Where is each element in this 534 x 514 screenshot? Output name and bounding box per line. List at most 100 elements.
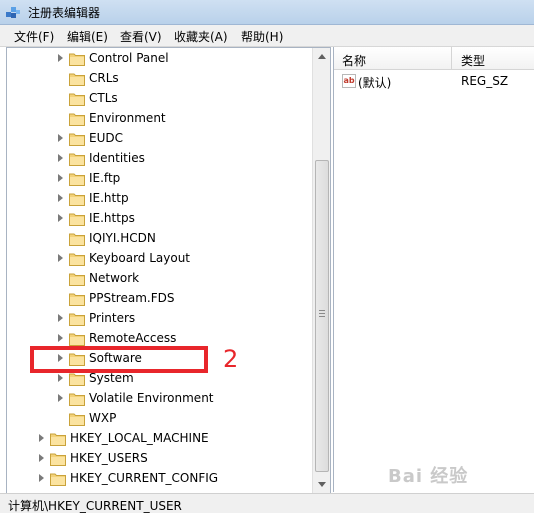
watermark: Bai 经验	[388, 466, 469, 487]
folder-icon	[69, 413, 85, 426]
tree-item-key[interactable]: Identities	[7, 149, 307, 169]
menu-bar: 文件(F) 编辑(E) 查看(V) 收藏夹(A) 帮助(H)	[0, 25, 534, 47]
tree-item-label: PPStream.FDS	[89, 291, 175, 305]
arrow-down-icon	[318, 482, 326, 487]
menu-file[interactable]: 文件(F)	[14, 28, 54, 45]
folder-icon	[69, 93, 85, 106]
folder-icon	[69, 193, 85, 206]
expand-arrow-icon[interactable]	[39, 454, 44, 462]
tree-item-label: Network	[89, 271, 140, 285]
tree-item-key[interactable]: Network	[7, 269, 307, 289]
tree-item-hive[interactable]: HKEY_CURRENT_CONFIG	[7, 469, 307, 489]
column-header-type[interactable]: 类型	[461, 52, 485, 69]
tree-item-label: IE.https	[89, 211, 135, 225]
column-divider[interactable]	[451, 47, 452, 69]
expand-arrow-icon[interactable]	[58, 214, 63, 222]
tree-item-label: CRLs	[89, 71, 119, 85]
folder-icon	[69, 53, 85, 66]
scroll-down-button[interactable]	[313, 476, 330, 493]
folder-icon	[69, 213, 85, 226]
expand-arrow-icon[interactable]	[58, 334, 63, 342]
highlight-box	[30, 346, 208, 373]
menu-view[interactable]: 查看(V)	[120, 28, 162, 45]
tree-item-key[interactable]: PPStream.FDS	[7, 289, 307, 309]
value-type: REG_SZ	[461, 74, 509, 88]
title-bar: 注册表编辑器	[0, 0, 534, 25]
tree-item-hive[interactable]: HKEY_USERS	[7, 449, 307, 469]
tree-item-label: HKEY_LOCAL_MACHINE	[70, 431, 209, 445]
tree-item-key[interactable]: Environment	[7, 109, 307, 129]
folder-icon	[69, 333, 85, 346]
window-title: 注册表编辑器	[28, 6, 101, 20]
folder-icon	[69, 373, 85, 386]
grip-line	[319, 316, 325, 317]
tree-item-key[interactable]: IQIYI.HCDN	[7, 229, 307, 249]
folder-icon	[69, 173, 85, 186]
value-row[interactable]: ab (默认) REG_SZ	[334, 71, 534, 91]
tree-item-key[interactable]: IE.http	[7, 189, 307, 209]
tree-item-hive[interactable]: HKEY_LOCAL_MACHINE	[7, 429, 307, 449]
expand-arrow-icon[interactable]	[58, 174, 63, 182]
folder-icon	[50, 473, 66, 486]
folder-icon	[69, 253, 85, 266]
tree-item-key[interactable]: Printers	[7, 309, 307, 329]
values-pane[interactable]: 名称 类型 ab (默认) REG_SZ	[333, 47, 534, 492]
expand-arrow-icon[interactable]	[58, 134, 63, 142]
scroll-thumb[interactable]	[315, 160, 329, 472]
tree-item-key[interactable]: IE.ftp	[7, 169, 307, 189]
grip-line	[319, 310, 325, 311]
tree-item-label: Identities	[89, 151, 145, 165]
folder-icon	[69, 133, 85, 146]
folder-icon	[69, 153, 85, 166]
tree-item-label: IQIYI.HCDN	[89, 231, 156, 245]
folder-icon	[69, 113, 85, 126]
registry-tree[interactable]: Control Panel CRLs CTLs Environment EUDC Iden…	[6, 47, 331, 494]
tree-item-key[interactable]: CRLs	[7, 69, 307, 89]
tree-item-key[interactable]: CTLs	[7, 89, 307, 109]
tree-item-label: WXP	[89, 411, 117, 425]
value-name: (默认)	[358, 76, 392, 90]
menu-help[interactable]: 帮助(H)	[241, 28, 283, 45]
expand-arrow-icon[interactable]	[58, 394, 63, 402]
folder-icon	[50, 433, 66, 446]
tree-item-key[interactable]: Volatile Environment	[7, 389, 307, 409]
arrow-up-icon	[318, 54, 326, 59]
tree-item-key[interactable]: Control Panel	[7, 49, 307, 69]
tree-item-key[interactable]: Keyboard Layout	[7, 249, 307, 269]
expand-arrow-icon[interactable]	[58, 54, 63, 62]
tree-item-label: Control Panel	[89, 51, 169, 65]
expand-arrow-icon[interactable]	[39, 434, 44, 442]
column-header-name[interactable]: 名称	[342, 52, 366, 69]
annotation-number: 2	[223, 345, 239, 373]
status-bar: 计算机\HKEY_CURRENT_USER	[0, 493, 534, 513]
tree-item-key[interactable]: WXP	[7, 409, 307, 429]
values-header: 名称 类型	[334, 47, 534, 70]
expand-arrow-icon[interactable]	[58, 374, 63, 382]
tree-item-label: Printers	[89, 311, 136, 325]
folder-icon	[69, 233, 85, 246]
scroll-up-button[interactable]	[313, 48, 330, 65]
tree-item-label: EUDC	[89, 131, 123, 145]
string-value-icon: ab	[342, 74, 356, 88]
tree-item-label: CTLs	[89, 91, 118, 105]
folder-icon	[69, 313, 85, 326]
folder-icon	[50, 453, 66, 466]
tree-item-label: Keyboard Layout	[89, 251, 191, 265]
menu-favorites[interactable]: 收藏夹(A)	[174, 28, 228, 45]
expand-arrow-icon[interactable]	[58, 154, 63, 162]
tree-item-label: HKEY_USERS	[70, 451, 148, 465]
expand-arrow-icon[interactable]	[39, 474, 44, 482]
tree-item-label: System	[89, 371, 134, 385]
status-path: 计算机\HKEY_CURRENT_USER	[8, 499, 182, 513]
grip-line	[319, 313, 325, 314]
menu-edit[interactable]: 编辑(E)	[67, 28, 108, 45]
expand-arrow-icon[interactable]	[58, 314, 63, 322]
tree-item-key[interactable]: IE.https	[7, 209, 307, 229]
tree-scrollbar[interactable]	[312, 48, 330, 493]
tree-item-label: IE.ftp	[89, 171, 121, 185]
tree-item-label: RemoteAccess	[89, 331, 177, 345]
tree-item-label: Volatile Environment	[89, 391, 214, 405]
tree-item-key[interactable]: EUDC	[7, 129, 307, 149]
expand-arrow-icon[interactable]	[58, 254, 63, 262]
expand-arrow-icon[interactable]	[58, 194, 63, 202]
